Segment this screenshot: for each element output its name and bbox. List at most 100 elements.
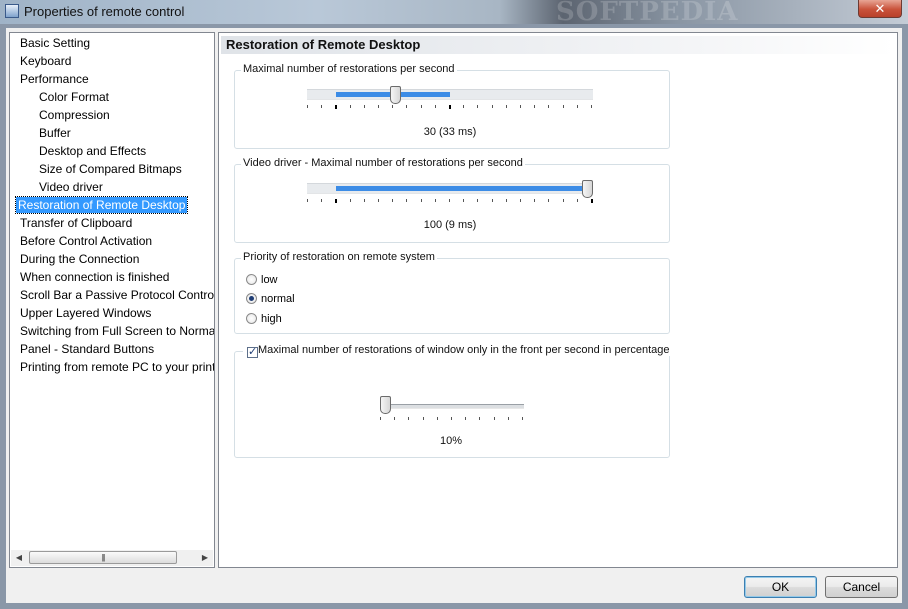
settings-panel: Restoration of Remote Desktop Maximal nu…: [218, 32, 898, 568]
slider-tick: [534, 199, 535, 202]
title-bar[interactable]: Properties of remote control SOFTPEDIA ✕: [0, 0, 908, 27]
tree-item-printing[interactable]: Printing from remote PC to your printer: [18, 359, 214, 375]
slider-tick: [435, 199, 436, 202]
slider-tick: [465, 417, 466, 420]
slider-tick: [577, 199, 578, 202]
tree-horizontal-scrollbar[interactable]: ◀ ||| ▶: [11, 550, 213, 566]
slider-tick: [479, 417, 480, 420]
slider-tick: [577, 105, 578, 108]
max-restorations-slider-thumb[interactable]: [390, 86, 401, 104]
max-restorations-ticks: [307, 105, 593, 111]
slider-tick: [492, 199, 493, 202]
slider-tick: [421, 199, 422, 202]
tree-item-video-driver[interactable]: Video driver: [37, 179, 105, 195]
slider-tick: [522, 417, 523, 420]
radio-normal[interactable]: [246, 293, 257, 304]
priority-normal-label: normal: [261, 293, 295, 305]
radio-low[interactable]: [246, 274, 257, 285]
front-window-track[interactable]: [380, 404, 524, 409]
section-title: Restoration of Remote Desktop: [226, 37, 421, 52]
tree-item-compression[interactable]: Compression: [37, 107, 112, 123]
priority-label: Priority of restoration on remote system: [241, 251, 437, 263]
window-title: Properties of remote control: [24, 4, 185, 19]
slider-tick: [463, 105, 464, 108]
max-restorations-track[interactable]: [307, 89, 593, 100]
section-header: Restoration of Remote Desktop: [221, 36, 895, 54]
slider-tick: [563, 199, 564, 202]
properties-window: Properties of remote control SOFTPEDIA ✕…: [0, 0, 908, 609]
scroll-thumb[interactable]: |||: [29, 551, 177, 564]
max-restorations-value: 30 (33 ms): [423, 126, 477, 138]
front-window-group: Maximal number of restorations of window…: [234, 344, 672, 458]
cancel-button[interactable]: Cancel: [825, 576, 898, 598]
front-window-checkbox[interactable]: ✓: [247, 347, 258, 358]
slider-tick: [494, 417, 495, 420]
slider-tick: [449, 199, 450, 202]
tree-item-during-connection[interactable]: During the Connection: [18, 251, 141, 267]
priority-low-label: low: [261, 274, 278, 286]
slider-tick: [437, 417, 438, 420]
settings-tree[interactable]: Basic Setting Keyboard Performance Color…: [9, 32, 215, 568]
max-restorations-label: Maximal number of restorations per secon…: [241, 63, 457, 75]
tree-item-upper-layered[interactable]: Upper Layered Windows: [18, 305, 153, 321]
video-driver-fill: [336, 186, 593, 191]
slider-tick: [591, 105, 592, 108]
ok-button[interactable]: OK: [744, 576, 817, 598]
slider-tick: [548, 105, 549, 108]
front-window-slider-thumb[interactable]: [380, 396, 391, 414]
dialog-client-area: Basic Setting Keyboard Performance Color…: [6, 28, 902, 603]
slider-tick: [321, 105, 322, 108]
scroll-right-icon[interactable]: ▶: [197, 550, 213, 566]
slider-tick: [506, 105, 507, 108]
slider-tick: [508, 417, 509, 420]
slider-tick: [321, 199, 322, 202]
slider-tick: [335, 199, 337, 203]
slider-tick: [548, 199, 549, 202]
tree-item-performance[interactable]: Performance: [18, 71, 91, 87]
tree-item-full-screen[interactable]: Switching from Full Screen to Normal: [18, 323, 214, 339]
slider-tick: [449, 105, 451, 109]
front-window-value: 10%: [439, 435, 463, 447]
tree-item-standard-buttons[interactable]: Panel - Standard Buttons: [18, 341, 156, 357]
slider-tick: [563, 105, 564, 108]
tree-item-before-activation[interactable]: Before Control Activation: [18, 233, 154, 249]
slider-tick: [406, 199, 407, 202]
slider-tick: [378, 105, 379, 108]
tree-item-connection-finished[interactable]: When connection is finished: [18, 269, 171, 285]
radio-high[interactable]: [246, 313, 257, 324]
video-driver-track[interactable]: [307, 183, 593, 194]
tree-item-keyboard[interactable]: Keyboard: [18, 53, 73, 69]
slider-tick: [534, 105, 535, 108]
slider-tick: [307, 199, 308, 202]
slider-tick: [520, 199, 521, 202]
scroll-left-icon[interactable]: ◀: [11, 550, 27, 566]
app-icon: [5, 4, 19, 18]
front-window-label[interactable]: Maximal number of restorations of window…: [243, 344, 672, 356]
tree-item-clipboard[interactable]: Transfer of Clipboard: [18, 215, 134, 231]
slider-tick: [392, 199, 393, 202]
slider-tick: [392, 105, 393, 108]
slider-tick: [477, 105, 478, 108]
slider-tick: [350, 105, 351, 108]
slider-tick: [378, 199, 379, 202]
tree-item-compared-bitmaps[interactable]: Size of Compared Bitmaps: [37, 161, 184, 177]
max-restorations-group: Maximal number of restorations per secon…: [234, 63, 670, 149]
video-driver-slider-thumb[interactable]: [582, 180, 593, 198]
tree-item-desktop-effects[interactable]: Desktop and Effects: [37, 143, 148, 159]
video-driver-group: Video driver - Maximal number of restora…: [234, 157, 670, 243]
slider-tick: [380, 417, 381, 420]
tree-item-color-format[interactable]: Color Format: [37, 89, 111, 105]
slider-tick: [463, 199, 464, 202]
slider-tick: [451, 417, 452, 420]
slider-tick: [591, 199, 593, 203]
tree-item-scroll-bar[interactable]: Scroll Bar a Passive Protocol Control: [18, 287, 214, 303]
slider-tick: [364, 199, 365, 202]
close-button[interactable]: ✕: [858, 0, 902, 18]
slider-tick: [421, 105, 422, 108]
slider-tick: [307, 105, 308, 108]
tree-item-basic-setting[interactable]: Basic Setting: [18, 35, 92, 51]
slider-tick: [364, 105, 365, 108]
video-driver-value: 100 (9 ms): [423, 219, 477, 231]
tree-item-restoration[interactable]: Restoration of Remote Desktop: [14, 196, 189, 214]
tree-item-buffer[interactable]: Buffer: [37, 125, 73, 141]
